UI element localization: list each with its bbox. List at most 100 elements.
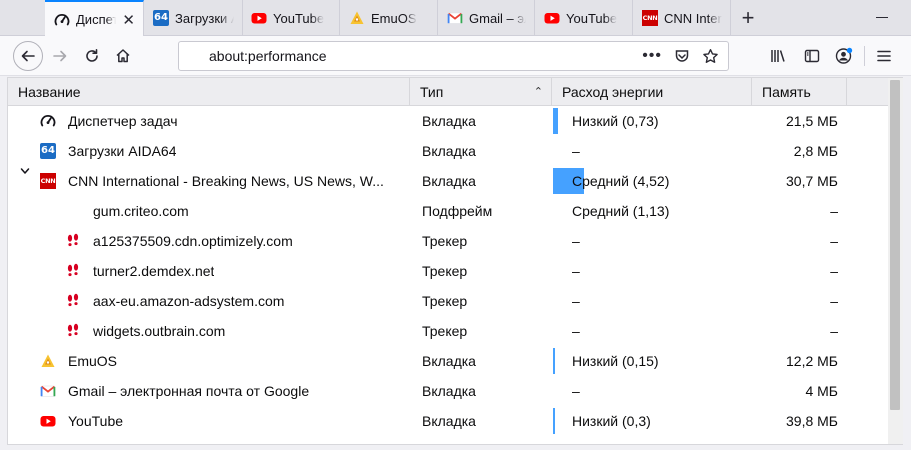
- sidebar-button[interactable]: [797, 41, 827, 71]
- table-row[interactable]: CNN CNN International - Breaking News, US…: [8, 166, 888, 196]
- column-header-energy[interactable]: Расход энергии: [552, 78, 752, 106]
- energy-value: –: [572, 233, 580, 249]
- table-row[interactable]: Диспетчер задач Вкладка Низкий (0,73) 21,5 …: [8, 106, 888, 136]
- row-memory: 12,2 МБ: [786, 353, 838, 369]
- tab-7[interactable]: CNN CNN International: [633, 0, 731, 36]
- navigation-toolbar: about:performance •••: [0, 36, 911, 76]
- row-energy: –: [553, 316, 753, 346]
- table-row[interactable]: Gmail – электронная почта от Google Вклад…: [8, 376, 888, 406]
- address-bar[interactable]: about:performance •••: [178, 41, 729, 71]
- table-row[interactable]: gum.criteo.com Подфрейм Средний (1,13) –: [8, 196, 888, 226]
- new-tab-button[interactable]: +: [733, 0, 763, 36]
- energy-value: Низкий (0,15): [572, 353, 659, 369]
- energy-value: –: [572, 263, 580, 279]
- reload-button[interactable]: [77, 41, 107, 71]
- energy-value: –: [572, 293, 580, 309]
- close-tab-icon[interactable]: ✕: [116, 11, 135, 29]
- library-button[interactable]: [764, 41, 794, 71]
- row-name: gum.criteo.com: [93, 203, 189, 219]
- row-memory: 2,8 МБ: [793, 143, 838, 159]
- column-header-memory[interactable]: Память: [752, 78, 847, 106]
- table-row[interactable]: EmuOS Вкладка Низкий (0,15) 12,2 МБ: [8, 346, 888, 376]
- tab-title: Загрузки AIDA64: [175, 10, 234, 26]
- energy-value: Низкий (0,73): [572, 113, 659, 129]
- row-memory: –: [830, 203, 838, 219]
- aida64-icon: 64: [153, 10, 169, 26]
- row-name: aax-eu.amazon-adsystem.com: [93, 293, 285, 309]
- url-text[interactable]: about:performance: [209, 48, 327, 64]
- table-row[interactable]: aax-eu.amazon-adsystem.com Трекер – –: [8, 286, 888, 316]
- expand-toggle-icon[interactable]: [18, 166, 32, 176]
- library-icon: [771, 50, 785, 62]
- table-row[interactable]: a125375509.cdn.optimizely.com Трекер – –: [8, 226, 888, 256]
- row-type: Вкладка: [422, 143, 476, 159]
- row-name: Gmail – электронная почта от Google: [68, 383, 310, 399]
- forward-arrow-icon: [53, 50, 67, 62]
- row-name: Загрузки AIDA64: [68, 143, 177, 159]
- plus-icon: +: [741, 5, 755, 30]
- cnn-icon: CNN: [40, 173, 56, 189]
- table-row[interactable]: widgets.outbrain.com Трекер – –: [8, 316, 888, 346]
- account-icon: [835, 47, 853, 64]
- aida64-icon: 64: [40, 143, 56, 159]
- performance-table: Название Тип ⌃ Расход энергии Память Дис…: [7, 77, 903, 445]
- row-energy: –: [553, 136, 753, 166]
- row-memory: –: [830, 263, 838, 279]
- row-memory: 30,7 МБ: [786, 173, 838, 189]
- account-button[interactable]: [829, 41, 859, 71]
- page-actions-icon[interactable]: •••: [642, 47, 662, 65]
- row-memory: –: [830, 293, 838, 309]
- emuos-icon: [349, 10, 365, 26]
- row-name: EmuOS: [68, 353, 118, 369]
- row-energy: –: [553, 256, 753, 286]
- youtube-icon: [544, 10, 560, 26]
- tab-4[interactable]: EmuOS: [340, 0, 438, 36]
- row-name: Диспетчер задач: [68, 113, 178, 129]
- row-energy: –: [553, 376, 753, 406]
- row-energy: Низкий (0,3): [553, 406, 753, 436]
- bookmark-star-icon[interactable]: [702, 48, 719, 65]
- energy-value: Средний (1,13): [572, 203, 670, 219]
- pocket-icon[interactable]: [674, 48, 690, 64]
- row-type: Вкладка: [422, 173, 476, 189]
- tracker-icon: [65, 323, 81, 339]
- back-button[interactable]: [13, 41, 43, 71]
- tab-5[interactable]: Gmail – электронная почта от Google: [438, 0, 535, 36]
- row-type: Трекер: [422, 323, 468, 339]
- tab-2[interactable]: 64 Загрузки AIDA64: [144, 0, 243, 36]
- energy-bar: [553, 408, 555, 434]
- youtube-icon: [251, 10, 267, 26]
- tab-1[interactable]: Диспетчер задач✕: [45, 0, 144, 37]
- row-memory: 4 МБ: [805, 383, 838, 399]
- table-row[interactable]: turner2.demdex.net Трекер – –: [8, 256, 888, 286]
- home-icon: [116, 49, 130, 63]
- tab-title: Диспетчер задач: [76, 12, 116, 27]
- table-row[interactable]: YouTube Вкладка Низкий (0,3) 39,8 МБ: [8, 406, 888, 436]
- forward-button[interactable]: [45, 41, 75, 71]
- menu-button[interactable]: [869, 41, 899, 71]
- minimize-icon[interactable]: [876, 17, 888, 18]
- emuos-icon: [40, 353, 56, 369]
- energy-value: Средний (4,52): [572, 173, 670, 189]
- home-button[interactable]: [108, 41, 138, 71]
- gmail-icon: [40, 383, 56, 399]
- row-energy: Средний (4,52): [553, 166, 753, 196]
- row-memory: 21,5 МБ: [786, 113, 838, 129]
- table-row[interactable]: 64 Загрузки AIDA64 Вкладка – 2,8 МБ: [8, 136, 888, 166]
- hamburger-menu-icon: [877, 50, 891, 62]
- row-name: widgets.outbrain.com: [93, 323, 226, 339]
- energy-value: –: [572, 143, 580, 159]
- row-name: a125375509.cdn.optimizely.com: [93, 233, 293, 249]
- gauge-icon: [40, 113, 56, 129]
- column-header-type[interactable]: Тип ⌃: [410, 78, 552, 106]
- tab-title: YouTube: [273, 10, 325, 26]
- scrollbar-thumb[interactable]: [890, 80, 900, 410]
- row-type: Трекер: [422, 263, 468, 279]
- tracker-icon: [65, 263, 81, 279]
- tab-6[interactable]: YouTube: [535, 0, 633, 36]
- energy-bar: [553, 348, 555, 374]
- tab-title: CNN International: [664, 10, 722, 26]
- column-header-name[interactable]: Название: [8, 78, 410, 106]
- tab-3[interactable]: YouTube: [242, 0, 340, 36]
- row-energy: –: [553, 226, 753, 256]
